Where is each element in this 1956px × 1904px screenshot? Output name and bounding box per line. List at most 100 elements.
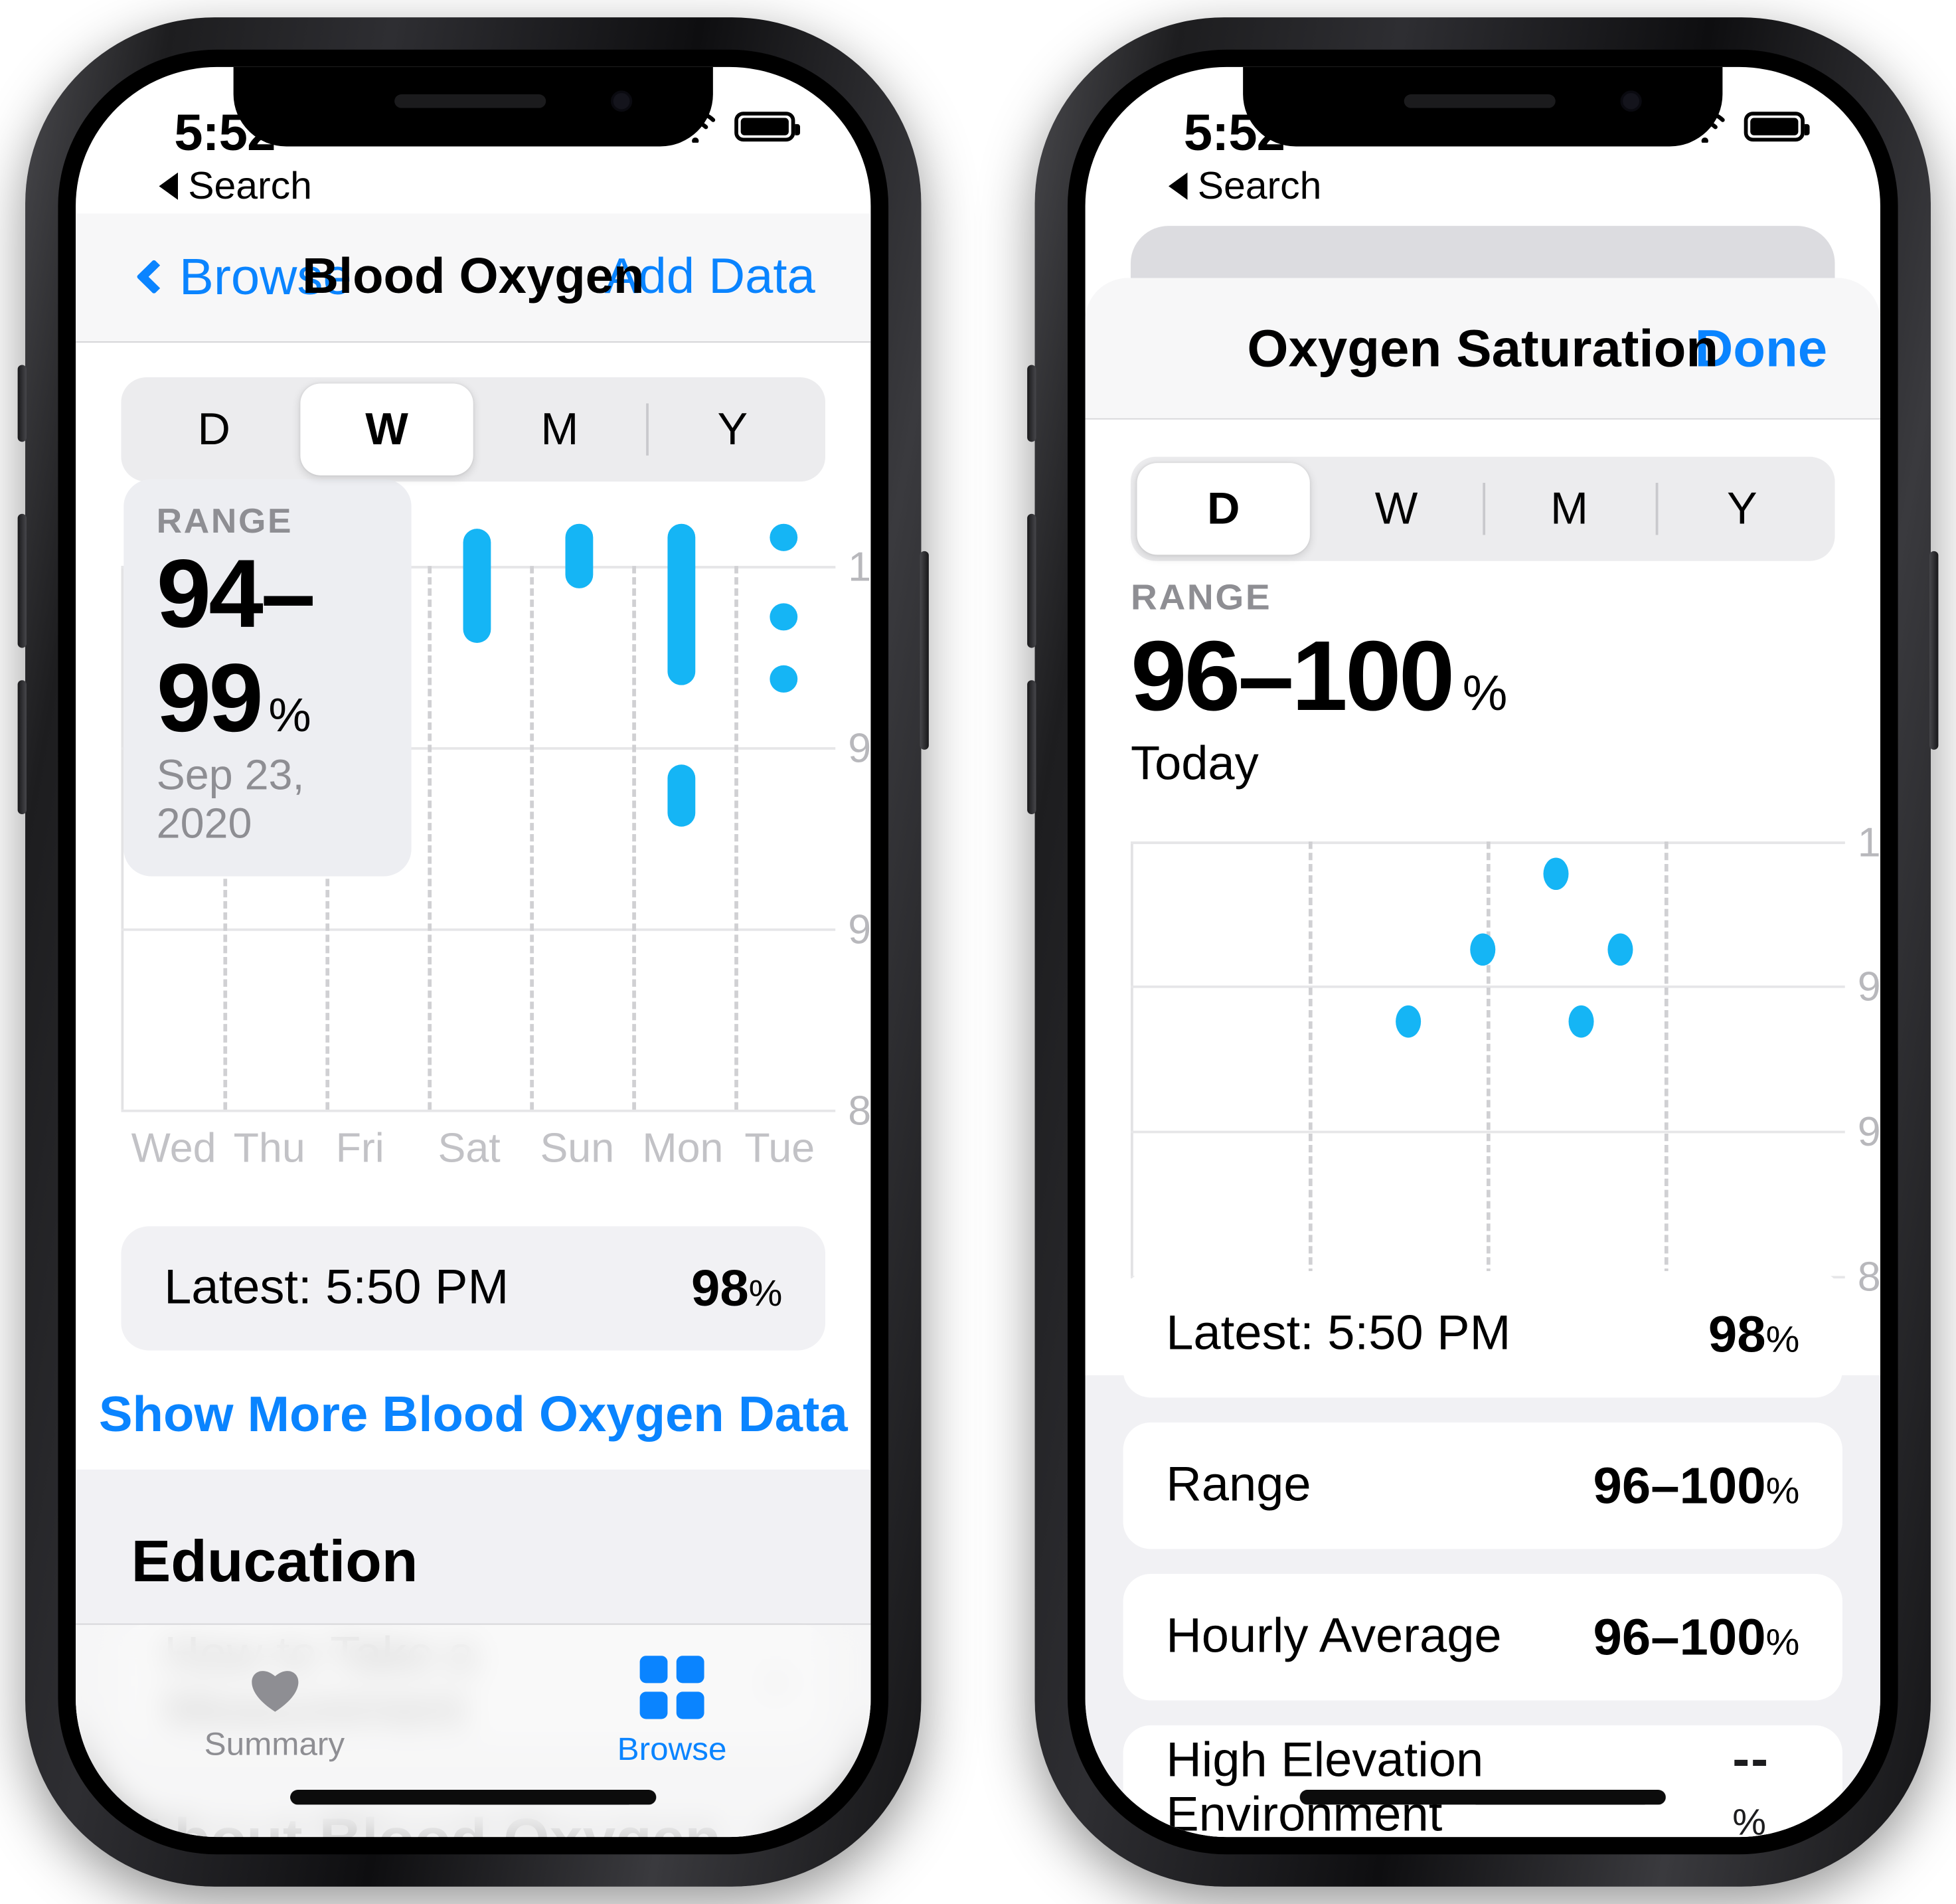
left-phone-device: 5:52 Search Browse Blood Oxygen Add Data… <box>17 17 929 1887</box>
y-tick-100: 100% <box>848 543 871 590</box>
left-nav-bar: Browse Blood Oxygen Add Data <box>76 213 871 343</box>
stat-value-range: 96–100% <box>1593 1456 1800 1514</box>
side-power-button-right[interactable] <box>1929 551 1939 750</box>
notch-right <box>1243 66 1723 147</box>
day-divider-5 <box>632 566 636 1110</box>
stat-row-high-elevation[interactable]: High Elevation Environment --% <box>1123 1725 1842 1838</box>
mute-switch-right[interactable] <box>1027 365 1036 442</box>
volume-up-button-right[interactable] <box>1027 513 1036 648</box>
range-callout-label: RANGE <box>156 501 293 541</box>
right-time-range-segmented-control[interactable]: D W M Y <box>1130 456 1835 561</box>
segment-y-right[interactable]: Y <box>1655 463 1829 555</box>
x-tick-thu: Thu <box>233 1124 305 1171</box>
segment-m-right[interactable]: M <box>1483 463 1655 555</box>
tab-browse-label: Browse <box>617 1730 727 1768</box>
segment-y[interactable]: Y <box>646 384 819 476</box>
tab-browse[interactable]: Browse <box>473 1624 871 1837</box>
back-triangle-icon-right <box>1168 172 1188 200</box>
back-to-search-link[interactable]: Search <box>159 163 312 209</box>
earpiece-speaker <box>394 94 546 108</box>
x-tick-sun: Sun <box>540 1124 615 1171</box>
y-tick-85: 85% <box>848 1087 871 1134</box>
mute-switch[interactable] <box>17 365 27 442</box>
back-to-search-label-right: Search <box>1197 163 1322 208</box>
stat-value-latest: 98% <box>1708 1305 1800 1363</box>
heart-icon <box>251 1670 298 1711</box>
range-header-label: RANGE <box>1130 578 1272 618</box>
stat-label-latest: Latest: 5:50 PM <box>1166 1307 1511 1361</box>
stat-row-latest[interactable]: Latest: 5:50 PM 98% <box>1123 1270 1842 1398</box>
chevron-left-icon <box>135 258 172 294</box>
data-point-1 <box>1396 1005 1422 1038</box>
day-oxygen-chart[interactable]: 100% 95% 90% 85% 12 AM 6 12 PM 6 <box>1086 814 1880 1340</box>
day-divider-4 <box>530 566 534 1110</box>
range-header: RANGE 96–100% Today <box>1130 578 1507 792</box>
stat-label-range: Range <box>1166 1458 1311 1512</box>
x-tick-tue: Tue <box>744 1124 815 1171</box>
x-tick-wed: Wed <box>131 1124 216 1171</box>
range-callout: RANGE 94–99% Sep 23, 2020 <box>123 479 412 877</box>
back-to-search-link-right[interactable]: Search <box>1168 163 1322 209</box>
day-divider-6pm <box>1664 841 1669 1276</box>
tab-summary[interactable]: Summary <box>76 1624 473 1837</box>
latest-label: Latest: 5:50 PM <box>164 1260 509 1315</box>
gridline-90 <box>121 928 836 931</box>
sheet-nav-bar: Oxygen Saturation Done <box>1085 278 1880 420</box>
front-camera <box>610 90 633 112</box>
day-divider-3 <box>428 566 432 1110</box>
stat-row-range[interactable]: Range 96–100% <box>1123 1422 1842 1549</box>
sheet-chart-container: D W M Y RANGE 96–100% Today 1 9 9 8 <box>1085 419 1880 1375</box>
home-indicator[interactable] <box>290 1790 657 1805</box>
home-indicator-right[interactable] <box>1299 1790 1666 1805</box>
gridline-85 <box>121 1109 836 1112</box>
stat-value-elevation: --% <box>1732 1730 1770 1838</box>
latest-measurement-row[interactable]: Latest: 5:50 PM 98% <box>121 1226 826 1351</box>
stat-value-hourly: 96–100% <box>1593 1608 1800 1666</box>
segment-d-right[interactable]: D <box>1137 463 1310 555</box>
oxygen-saturation-sheet: Oxygen Saturation Done D W M Y RANGE 96– <box>1085 278 1880 1838</box>
tab-summary-label: Summary <box>204 1724 345 1763</box>
right-phone-screen: 5:52 Search Oxygen Saturation Done D W M… <box>1085 66 1880 1838</box>
back-to-search-label: Search <box>188 163 312 208</box>
left-time-range-segmented-control[interactable]: D W M Y <box>121 377 826 482</box>
day-divider-12pm <box>1486 841 1491 1276</box>
segment-w[interactable]: W <box>300 383 473 476</box>
show-more-data-link[interactable]: Show More Blood Oxygen Data <box>76 1388 870 1444</box>
segment-m[interactable]: M <box>473 384 646 476</box>
sheet-stats-list: Latest: 5:50 PM 98% Range 96–100% Hourly… <box>1086 1270 1880 1838</box>
front-camera-right <box>1620 90 1642 112</box>
page-title: Blood Oxygen <box>302 249 645 304</box>
right-phone-device: 5:52 Search Oxygen Saturation Done D W M… <box>1027 17 1939 1887</box>
x-tick-fri: Fri <box>335 1124 384 1171</box>
data-bar-mon-2 <box>667 764 696 827</box>
day-y-tick-90: 90% <box>1857 1108 1880 1155</box>
volume-up-button[interactable] <box>17 513 27 648</box>
data-bar-sun-1 <box>565 523 594 588</box>
right-phone-bezel: 5:52 Search Oxygen Saturation Done D W M… <box>1067 49 1898 1855</box>
segment-d[interactable]: D <box>127 384 300 476</box>
y-tick-90: 90% <box>848 906 871 952</box>
earpiece-speaker-right <box>1404 94 1556 108</box>
data-point-5 <box>1607 933 1633 966</box>
data-point-2 <box>1470 933 1496 966</box>
education-section-title: Education <box>131 1527 418 1594</box>
side-power-button[interactable] <box>920 551 929 750</box>
left-phone-bezel: 5:52 Search Browse Blood Oxygen Add Data… <box>58 49 889 1855</box>
stat-label-elevation: High Elevation Environment <box>1166 1733 1484 1838</box>
battery-icon <box>734 111 801 141</box>
volume-down-button-right[interactable] <box>1027 680 1036 815</box>
y-tick-95: 95% <box>848 725 871 771</box>
data-bar-tue-2 <box>770 603 798 631</box>
day-y-tick-100: 100% <box>1857 819 1880 865</box>
latest-value: 98% <box>691 1259 783 1317</box>
notch <box>233 66 713 147</box>
data-bar-sat-1 <box>463 529 491 644</box>
data-bar-tue-3 <box>770 665 798 693</box>
data-bar-mon-1 <box>667 523 696 685</box>
volume-down-button[interactable] <box>17 680 27 815</box>
day-divider-6am <box>1308 841 1313 1276</box>
segment-w-right[interactable]: W <box>1310 463 1483 555</box>
data-point-3 <box>1543 857 1569 891</box>
range-callout-value: 94–99% <box>156 539 316 753</box>
stat-row-hourly-average[interactable]: Hourly Average 96–100% <box>1123 1573 1842 1701</box>
